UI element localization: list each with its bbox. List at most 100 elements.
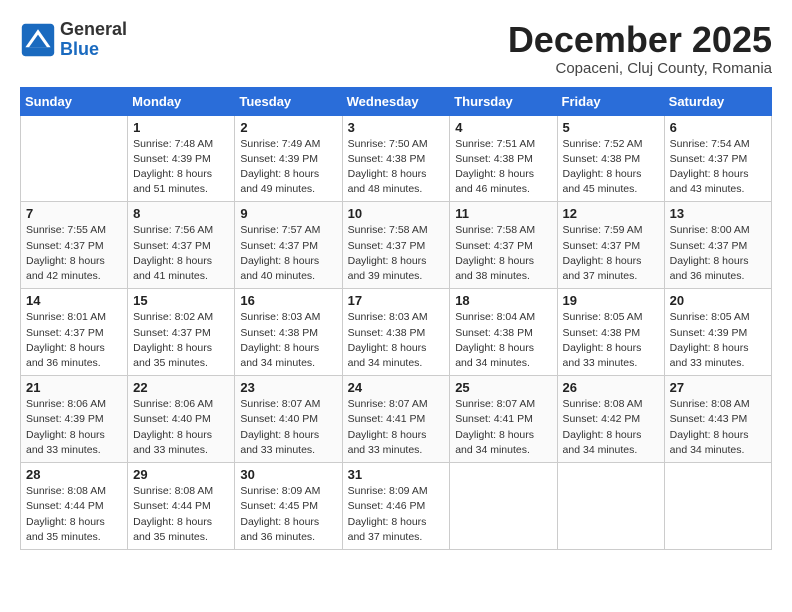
calendar-cell: 7 Sunrise: 7:55 AMSunset: 4:37 PMDaylight…	[21, 202, 128, 289]
calendar-cell: 13 Sunrise: 8:00 AMSunset: 4:37 PMDayligh…	[664, 202, 771, 289]
day-info: Sunrise: 7:48 AMSunset: 4:39 PMDaylight:…	[133, 137, 229, 198]
calendar-cell	[557, 463, 664, 550]
day-info: Sunrise: 8:07 AMSunset: 4:40 PMDaylight:…	[240, 397, 336, 458]
calendar-cell: 12 Sunrise: 7:59 AMSunset: 4:37 PMDayligh…	[557, 202, 664, 289]
day-number: 7	[26, 206, 122, 221]
day-number: 9	[240, 206, 336, 221]
day-number: 14	[26, 293, 122, 308]
calendar-cell: 27 Sunrise: 8:08 AMSunset: 4:43 PMDayligh…	[664, 376, 771, 463]
calendar-cell: 10 Sunrise: 7:58 AMSunset: 4:37 PMDayligh…	[342, 202, 450, 289]
day-number: 13	[670, 206, 766, 221]
calendar-cell: 30 Sunrise: 8:09 AMSunset: 4:45 PMDayligh…	[235, 463, 342, 550]
day-number: 23	[240, 380, 336, 395]
day-info: Sunrise: 8:01 AMSunset: 4:37 PMDaylight:…	[26, 310, 122, 371]
day-info: Sunrise: 8:08 AMSunset: 4:44 PMDaylight:…	[133, 484, 229, 545]
day-number: 11	[455, 206, 551, 221]
day-info: Sunrise: 7:49 AMSunset: 4:39 PMDaylight:…	[240, 137, 336, 198]
week-row-2: 7 Sunrise: 7:55 AMSunset: 4:37 PMDaylight…	[21, 202, 772, 289]
calendar-cell: 24Sunrise: 8:07 AMSunset: 4:41 PMDayligh…	[342, 376, 450, 463]
day-number: 31	[348, 467, 445, 482]
calendar-cell: 4Sunrise: 7:51 AMSunset: 4:38 PMDaylight…	[450, 115, 557, 202]
calendar-cell: 31 Sunrise: 8:09 AMSunset: 4:46 PMDayligh…	[342, 463, 450, 550]
weekday-header-sunday: Sunday	[21, 87, 128, 115]
weekday-header-thursday: Thursday	[450, 87, 557, 115]
day-number: 15	[133, 293, 229, 308]
day-info: Sunrise: 7:54 AMSunset: 4:37 PMDaylight:…	[670, 137, 766, 198]
week-row-1: 1 Sunrise: 7:48 AMSunset: 4:39 PMDaylight…	[21, 115, 772, 202]
day-info: Sunrise: 7:59 AMSunset: 4:37 PMDaylight:…	[563, 223, 659, 284]
calendar-cell: 21 Sunrise: 8:06 AMSunset: 4:39 PMDayligh…	[21, 376, 128, 463]
calendar-cell: 29 Sunrise: 8:08 AMSunset: 4:44 PMDayligh…	[128, 463, 235, 550]
weekday-header-saturday: Saturday	[664, 87, 771, 115]
calendar-cell: 15Sunrise: 8:02 AMSunset: 4:37 PMDayligh…	[128, 289, 235, 376]
day-info: Sunrise: 8:08 AMSunset: 4:44 PMDaylight:…	[26, 484, 122, 545]
calendar-cell: 25 Sunrise: 8:07 AMSunset: 4:41 PMDayligh…	[450, 376, 557, 463]
day-info: Sunrise: 8:09 AMSunset: 4:46 PMDaylight:…	[348, 484, 445, 545]
day-info: Sunrise: 8:05 AMSunset: 4:39 PMDaylight:…	[670, 310, 766, 371]
day-number: 27	[670, 380, 766, 395]
day-number: 12	[563, 206, 659, 221]
weekday-header-wednesday: Wednesday	[342, 87, 450, 115]
day-info: Sunrise: 8:06 AMSunset: 4:40 PMDaylight:…	[133, 397, 229, 458]
day-info: Sunrise: 8:04 AMSunset: 4:38 PMDaylight:…	[455, 310, 551, 371]
day-number: 16	[240, 293, 336, 308]
calendar-cell: 8 Sunrise: 7:56 AMSunset: 4:37 PMDaylight…	[128, 202, 235, 289]
day-info: Sunrise: 8:06 AMSunset: 4:39 PMDaylight:…	[26, 397, 122, 458]
logo-text: General Blue	[60, 20, 127, 60]
day-number: 3	[348, 120, 445, 135]
calendar-cell: 23 Sunrise: 8:07 AMSunset: 4:40 PMDayligh…	[235, 376, 342, 463]
calendar-cell: 20Sunrise: 8:05 AMSunset: 4:39 PMDayligh…	[664, 289, 771, 376]
day-info: Sunrise: 7:55 AMSunset: 4:37 PMDaylight:…	[26, 223, 122, 284]
week-row-4: 21 Sunrise: 8:06 AMSunset: 4:39 PMDayligh…	[21, 376, 772, 463]
calendar-cell	[450, 463, 557, 550]
calendar-cell	[664, 463, 771, 550]
calendar-cell: 26 Sunrise: 8:08 AMSunset: 4:42 PMDayligh…	[557, 376, 664, 463]
weekday-header-row: SundayMondayTuesdayWednesdayThursdayFrid…	[21, 87, 772, 115]
day-info: Sunrise: 8:07 AMSunset: 4:41 PMDaylight:…	[455, 397, 551, 458]
day-number: 4	[455, 120, 551, 135]
day-number: 25	[455, 380, 551, 395]
week-row-3: 14 Sunrise: 8:01 AMSunset: 4:37 PMDayligh…	[21, 289, 772, 376]
calendar-cell: 18Sunrise: 8:04 AMSunset: 4:38 PMDayligh…	[450, 289, 557, 376]
calendar-cell: 28 Sunrise: 8:08 AMSunset: 4:44 PMDayligh…	[21, 463, 128, 550]
calendar-cell: 3Sunrise: 7:50 AMSunset: 4:38 PMDaylight…	[342, 115, 450, 202]
day-info: Sunrise: 8:03 AMSunset: 4:38 PMDaylight:…	[348, 310, 445, 371]
day-info: Sunrise: 7:58 AMSunset: 4:37 PMDaylight:…	[348, 223, 445, 284]
logo-line2: Blue	[60, 40, 127, 60]
logo-line1: General	[60, 20, 127, 40]
day-number: 5	[563, 120, 659, 135]
day-info: Sunrise: 8:07 AMSunset: 4:41 PMDaylight:…	[348, 397, 445, 458]
day-number: 28	[26, 467, 122, 482]
calendar-cell: 19 Sunrise: 8:05 AMSunset: 4:38 PMDayligh…	[557, 289, 664, 376]
calendar-cell: 17 Sunrise: 8:03 AMSunset: 4:38 PMDayligh…	[342, 289, 450, 376]
day-number: 26	[563, 380, 659, 395]
page-header: General Blue December 2025 Copaceni, Clu…	[20, 20, 772, 77]
day-info: Sunrise: 8:08 AMSunset: 4:42 PMDaylight:…	[563, 397, 659, 458]
day-info: Sunrise: 8:00 AMSunset: 4:37 PMDaylight:…	[670, 223, 766, 284]
day-number: 29	[133, 467, 229, 482]
day-info: Sunrise: 8:03 AMSunset: 4:38 PMDaylight:…	[240, 310, 336, 371]
day-info: Sunrise: 8:05 AMSunset: 4:38 PMDaylight:…	[563, 310, 659, 371]
logo: General Blue	[20, 20, 127, 60]
calendar: SundayMondayTuesdayWednesdayThursdayFrid…	[20, 87, 772, 550]
day-number: 10	[348, 206, 445, 221]
day-number: 30	[240, 467, 336, 482]
calendar-cell	[21, 115, 128, 202]
weekday-header-friday: Friday	[557, 87, 664, 115]
title-block: December 2025 Copaceni, Cluj County, Rom…	[508, 20, 772, 77]
day-number: 1	[133, 120, 229, 135]
day-info: Sunrise: 7:57 AMSunset: 4:37 PMDaylight:…	[240, 223, 336, 284]
day-number: 19	[563, 293, 659, 308]
day-info: Sunrise: 8:08 AMSunset: 4:43 PMDaylight:…	[670, 397, 766, 458]
day-number: 22	[133, 380, 229, 395]
day-number: 21	[26, 380, 122, 395]
calendar-cell: 14 Sunrise: 8:01 AMSunset: 4:37 PMDayligh…	[21, 289, 128, 376]
calendar-cell: 5Sunrise: 7:52 AMSunset: 4:38 PMDaylight…	[557, 115, 664, 202]
calendar-cell: 9 Sunrise: 7:57 AMSunset: 4:37 PMDaylight…	[235, 202, 342, 289]
calendar-cell: 22 Sunrise: 8:06 AMSunset: 4:40 PMDayligh…	[128, 376, 235, 463]
day-number: 17	[348, 293, 445, 308]
day-info: Sunrise: 8:09 AMSunset: 4:45 PMDaylight:…	[240, 484, 336, 545]
calendar-cell: 2Sunrise: 7:49 AMSunset: 4:39 PMDaylight…	[235, 115, 342, 202]
day-info: Sunrise: 7:56 AMSunset: 4:37 PMDaylight:…	[133, 223, 229, 284]
day-number: 8	[133, 206, 229, 221]
